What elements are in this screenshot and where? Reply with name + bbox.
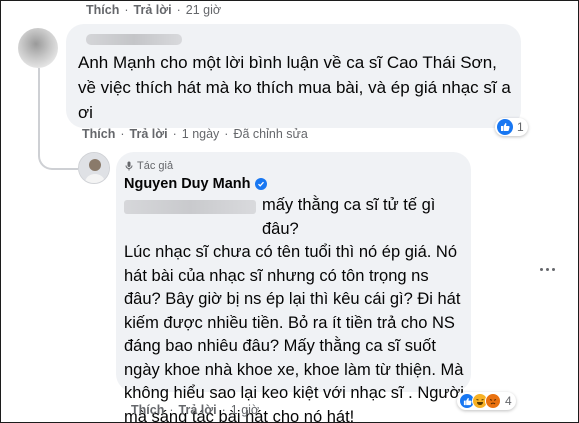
reply-body: Lúc nhạc sĩ chưa có tên tuổi thì nó ép g… [124, 243, 464, 423]
timestamp[interactable]: 1 ngày [182, 127, 220, 141]
microphone-icon [125, 161, 133, 171]
timestamp[interactable]: 21 giờ [186, 3, 221, 17]
angry-icon [485, 393, 501, 409]
commenter-avatar-blurred[interactable] [18, 28, 58, 68]
top-comment-actions: Thích · Trả lời · 21 giờ [86, 3, 222, 17]
thread-connector [38, 138, 78, 170]
author-name[interactable]: Nguyen Duy Manh [124, 176, 268, 192]
reaction-count: 4 [505, 394, 512, 408]
comment-text: Anh Mạnh cho một lời bình luận về ca sĩ … [78, 53, 511, 122]
like-icon [497, 119, 513, 135]
thread-line [38, 68, 40, 140]
reply-reactions[interactable]: 4 [457, 392, 516, 410]
comment-reactions[interactable]: 1 [495, 118, 528, 136]
edited-label: Đã chỉnh sửa [233, 127, 308, 141]
like-link[interactable]: Thích [82, 127, 115, 141]
author-badge: Tác giả [124, 160, 173, 172]
commenter-name-blurred[interactable] [86, 34, 182, 45]
reply-link[interactable]: Trả lời [130, 127, 168, 141]
like-link[interactable]: Thích [86, 3, 119, 17]
comment-actions: Thích · Trả lời · 1 ngày · Đã chỉnh sửa [82, 127, 308, 141]
reply-actions: Thích · Trả lời · 1 giờ [131, 403, 260, 417]
reaction-count: 1 [517, 120, 524, 134]
more-options-icon[interactable] [540, 268, 555, 271]
verified-badge-icon [255, 178, 268, 190]
reply-first-line: mấy thằng ca sĩ tử tế gì đâu? [262, 196, 436, 238]
author-badge-label: Tác giả [137, 160, 174, 172]
reply-text: mấy thằng ca sĩ tử tế gì đâu? Lúc nhạc s… [124, 194, 469, 423]
reply-link[interactable]: Trả lời [134, 3, 172, 17]
reply-link[interactable]: Trả lời [179, 403, 217, 417]
like-link[interactable]: Thích [131, 403, 164, 417]
author-avatar[interactable] [78, 152, 110, 184]
timestamp[interactable]: 1 giờ [231, 403, 259, 417]
author-name-label[interactable]: Nguyen Duy Manh [124, 176, 250, 192]
